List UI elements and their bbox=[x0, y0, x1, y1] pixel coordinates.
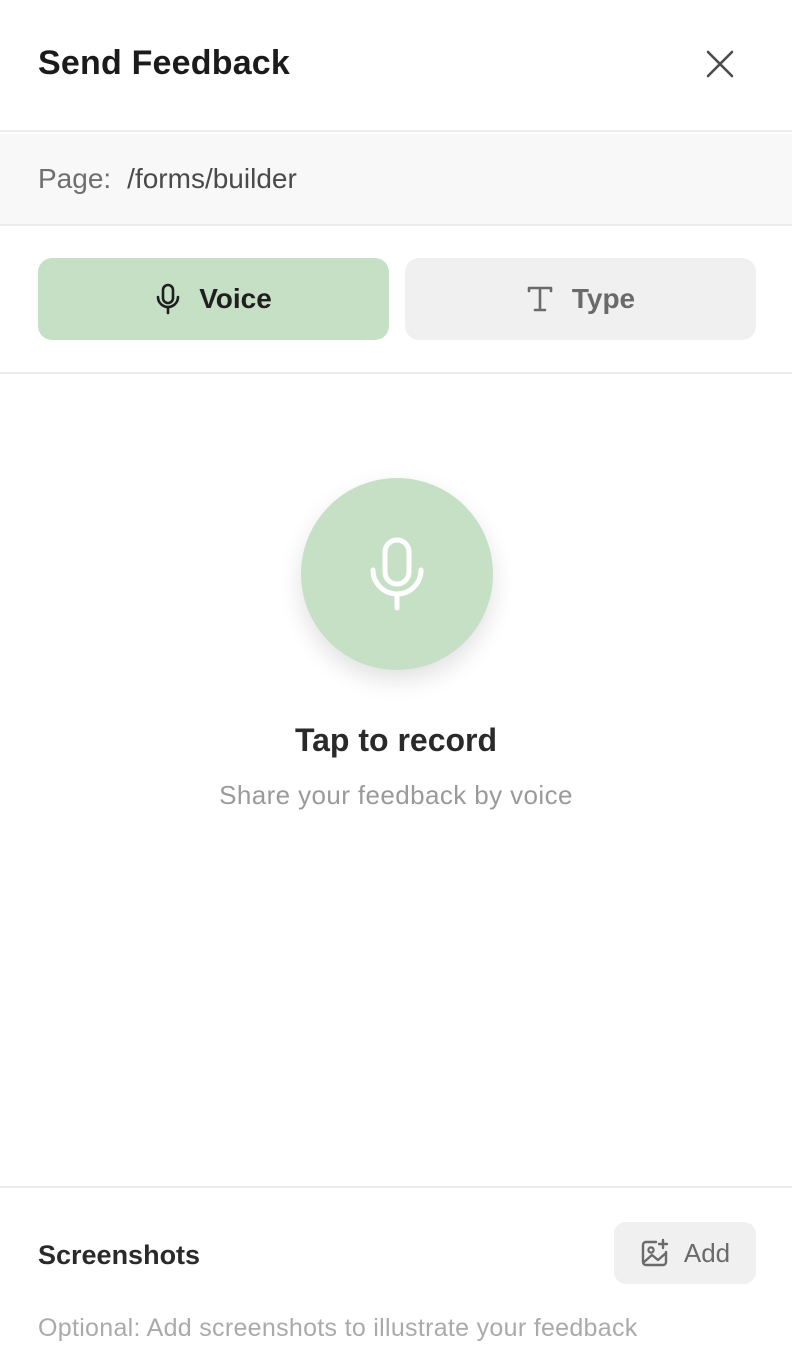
type-mode-label: Type bbox=[571, 283, 636, 314]
screenshots-section: Screenshots Add Optional: Add screenshot… bbox=[0, 1186, 792, 1358]
page-path: /forms/builder bbox=[127, 163, 297, 194]
record-title: Tap to record bbox=[294, 722, 498, 758]
page-context: Page: /forms/builder bbox=[0, 134, 792, 226]
add-screenshot-button[interactable]: Add bbox=[614, 1222, 756, 1284]
add-image-icon bbox=[641, 1238, 669, 1267]
feedback-panel: Send Feedback Page: /forms/builder Voice… bbox=[0, 0, 792, 1358]
mode-toggle: Voice Type bbox=[0, 226, 792, 374]
screenshots-label: Screenshots bbox=[38, 1240, 201, 1270]
close-icon bbox=[706, 50, 734, 78]
microphone-icon bbox=[156, 283, 180, 315]
page-label: Page: bbox=[38, 163, 112, 194]
voice-mode-button[interactable]: Voice bbox=[38, 258, 389, 340]
voice-mode-label: Voice bbox=[199, 283, 272, 314]
text-icon bbox=[527, 286, 553, 312]
record-area: Tap to record Share your feedback by voi… bbox=[0, 374, 792, 1186]
type-mode-button[interactable]: Type bbox=[405, 258, 756, 340]
close-button[interactable] bbox=[694, 38, 746, 90]
panel-title: Send Feedback bbox=[38, 44, 291, 82]
record-subtitle: Share your feedback by voice bbox=[219, 780, 573, 810]
panel-header: Send Feedback bbox=[0, 0, 792, 132]
screenshots-hint: Optional: Add screenshots to illustrate … bbox=[38, 1314, 638, 1342]
microphone-icon bbox=[370, 537, 424, 611]
record-button[interactable] bbox=[301, 478, 493, 670]
add-screenshot-label: Add bbox=[683, 1237, 731, 1268]
